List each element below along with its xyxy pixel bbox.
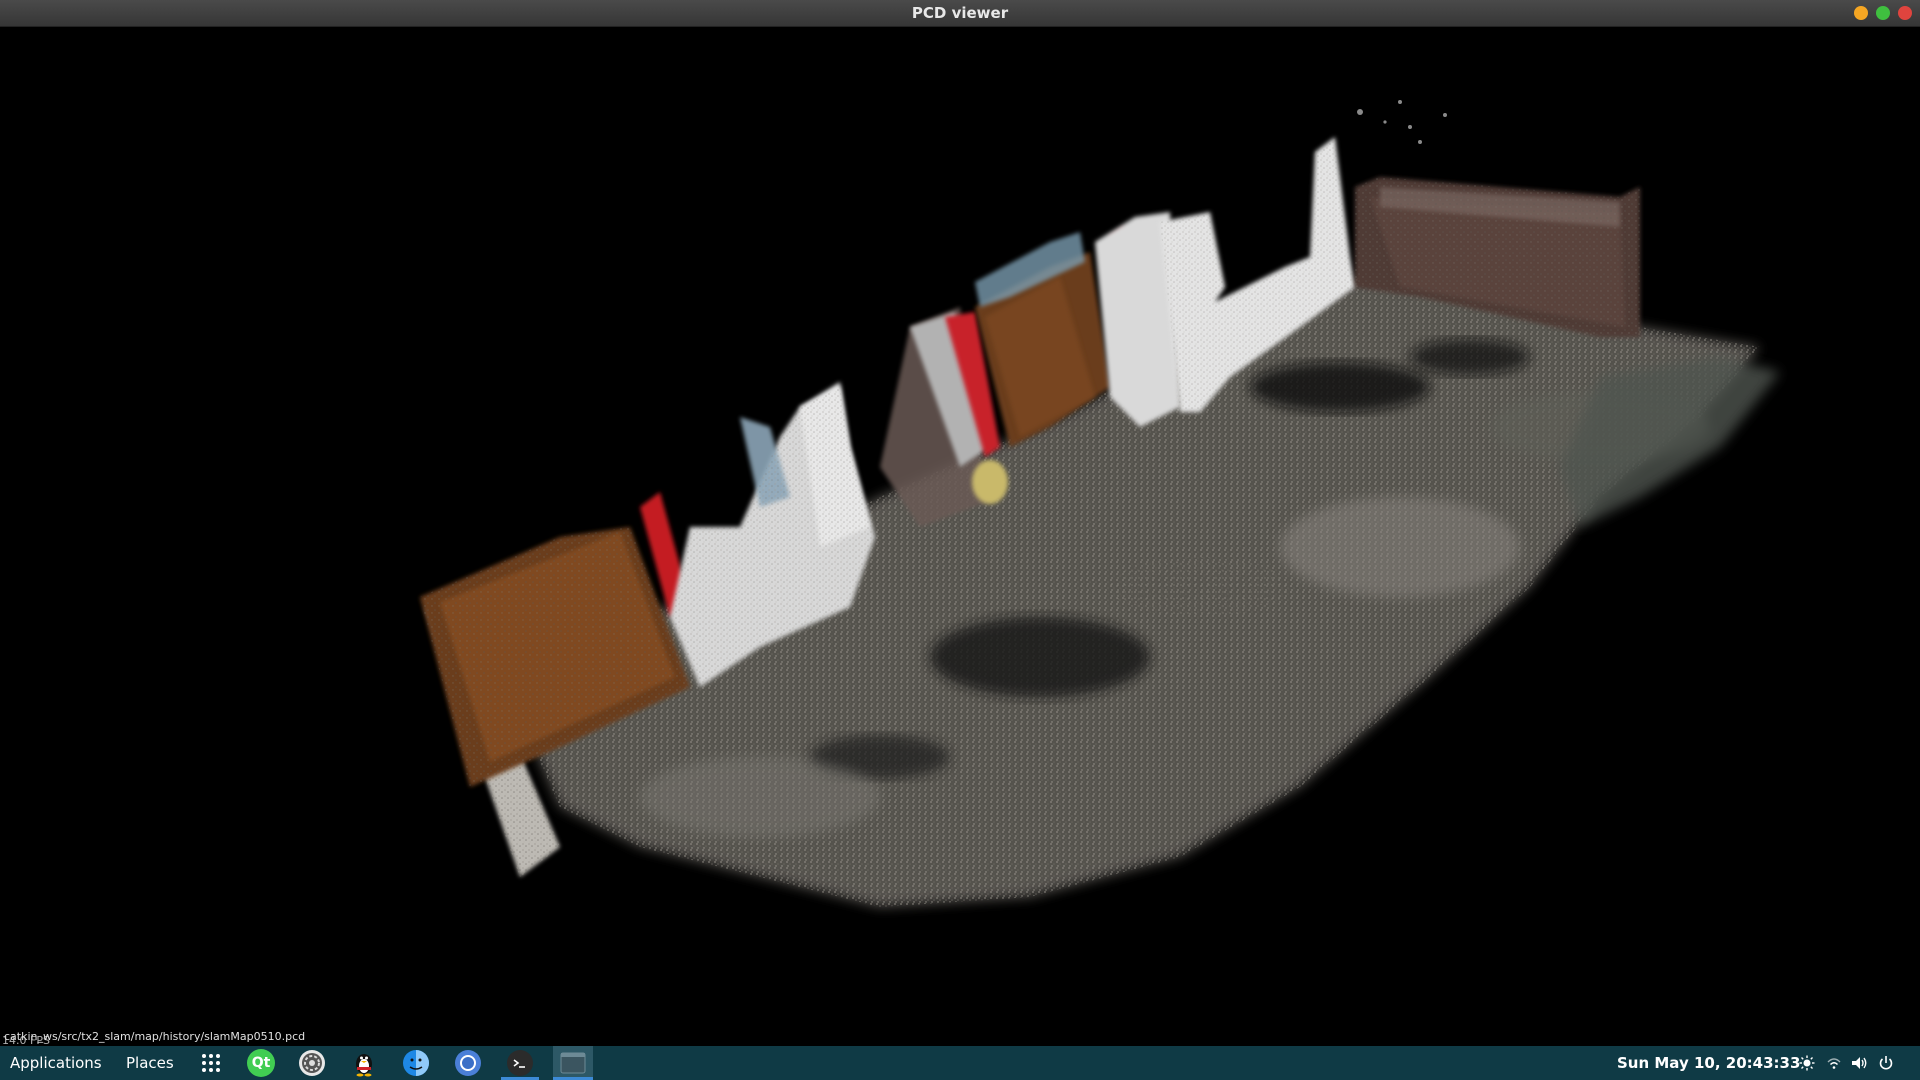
applications-menu[interactable]: Applications (10, 1046, 102, 1080)
places-menu[interactable]: Places (126, 1046, 174, 1080)
volume-icon[interactable] (1851, 1055, 1867, 1071)
point-cloud-viewport[interactable]: 14.0 FPS catkin_ws/src/tx2_slam/map/hist… (0, 27, 1920, 1046)
network-icon[interactable] (1826, 1055, 1842, 1071)
maximize-button[interactable] (1876, 6, 1890, 20)
taskbar: Applications Places Qt Sun May 10, 20:43… (0, 1046, 1920, 1080)
app-grid-icon[interactable] (197, 1049, 225, 1077)
window-title: PCD viewer (911, 4, 1009, 22)
chromium-icon[interactable] (454, 1049, 482, 1077)
brightness-icon[interactable] (1799, 1055, 1815, 1071)
settings-icon[interactable] (298, 1049, 326, 1077)
pcd-viewer-window-icon[interactable] (553, 1046, 593, 1080)
finder-icon[interactable] (402, 1049, 430, 1077)
terminal-icon[interactable] (506, 1049, 534, 1077)
qq-penguin-icon[interactable] (350, 1049, 378, 1077)
power-icon[interactable] (1878, 1055, 1894, 1071)
window-titlebar[interactable]: PCD viewer (0, 0, 1920, 27)
point-cloud-render (420, 100, 1780, 907)
minimize-button[interactable] (1854, 6, 1868, 20)
qt-label: Qt (247, 1049, 275, 1077)
clock[interactable]: Sun May 10, 20:43:33 (1617, 1046, 1800, 1080)
loaded-file-path: catkin_ws/src/tx2_slam/map/history/slamM… (4, 1030, 306, 1043)
stray-points-top (1357, 100, 1447, 144)
close-button[interactable] (1898, 6, 1912, 20)
qt-creator-icon[interactable]: Qt (247, 1049, 275, 1077)
